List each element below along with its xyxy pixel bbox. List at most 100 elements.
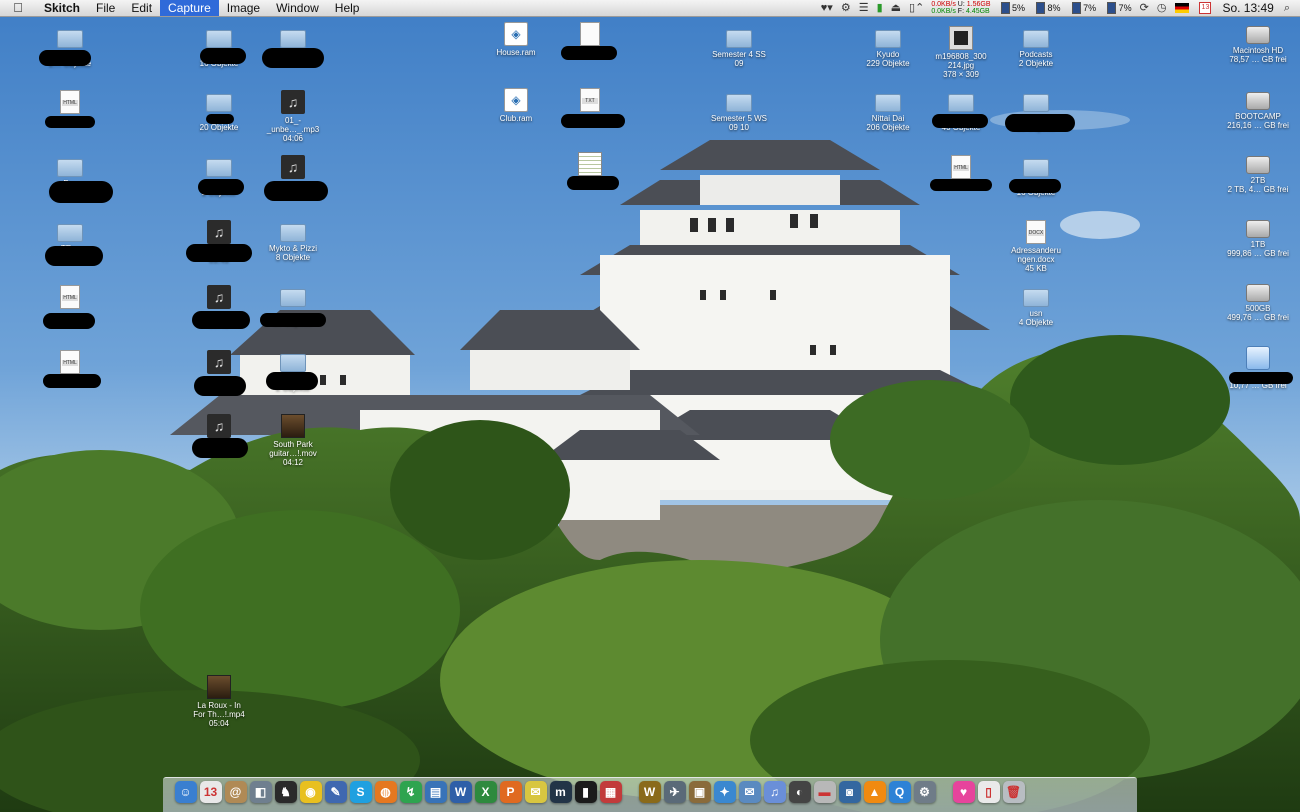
- dock-adium-icon[interactable]: ♞: [274, 781, 297, 803]
- drive-icon: [1246, 156, 1270, 174]
- dock-mail-icon[interactable]: ✉: [738, 781, 761, 803]
- input-source-flag-icon[interactable]: [1175, 3, 1190, 13]
- desktop-icon-label: m196808_300 214.jpg 378 × 309: [935, 52, 987, 79]
- dock-downloads-icon[interactable]: ▯: [977, 781, 1000, 803]
- desktop-icon-folder[interactable]: Mykto & Pizzi 8 Objekte: [250, 220, 336, 262]
- cpu-meter-1[interactable]: 5%: [998, 0, 1025, 16]
- desktop-icon-folder[interactable]: 18 Objekte: [993, 90, 1079, 132]
- desktop-icon-html[interactable]: HTMLxpres…ch.html: [918, 155, 1004, 191]
- battery-status-icon[interactable]: ▮: [877, 0, 883, 16]
- time-machine-icon[interactable]: ◷: [1157, 0, 1167, 16]
- desktop-icon-folder[interactable]: 17 Objekte: [250, 285, 336, 327]
- folder-icon: [280, 289, 306, 307]
- dock-trash-icon[interactable]: 🗑: [1002, 781, 1025, 803]
- folder-icon: [280, 30, 306, 48]
- folder-icon: [280, 224, 306, 242]
- desktop-icon-docx[interactable]: DOCX Adressanderu ngen.docx 45 KB: [993, 220, 1079, 273]
- desktop-icon-folder[interactable]: TE… 2… Objekte: [27, 220, 113, 266]
- desktop-icon-html[interactable]: HTMLP…: [27, 350, 113, 388]
- dock-address-book-icon[interactable]: @: [224, 781, 247, 803]
- dock-firefox-icon[interactable]: ◍: [374, 781, 397, 803]
- skitch-status-icon[interactable]: ⚙: [841, 0, 851, 16]
- html-icon: HTML: [951, 155, 971, 179]
- desktop-icon-drive[interactable]: Macintosh HD 78,57 … GB frei: [1215, 22, 1300, 64]
- dock-skype-icon[interactable]: S: [349, 781, 372, 803]
- menu-file[interactable]: File: [88, 0, 123, 16]
- cpu-meter-2[interactable]: 8%: [1033, 0, 1061, 16]
- menu-clock[interactable]: So. 13:49: [1222, 0, 1273, 16]
- desktop-icon-html[interactable]: HTML: [27, 285, 113, 329]
- desktop-icon-drive[interactable]: 2TB 2 TB, 4… GB frei: [1215, 152, 1300, 194]
- dock-itunes-icon[interactable]: ♫: [763, 781, 786, 803]
- menu-image[interactable]: Image: [219, 0, 268, 16]
- dock-iphone-config-icon[interactable]: ◙: [838, 781, 861, 803]
- desktop-icon-folder[interactable]: [250, 26, 336, 68]
- desktop-icon-folder[interactable]: …en 2… Objekte: [27, 26, 113, 68]
- desktop-icon-music[interactable]: ♫ 01_- _unbe…_.mp3 04:06: [250, 90, 336, 143]
- list-status-icon[interactable]: ☰: [859, 0, 869, 16]
- desktop-icon-drive[interactable]: 1TB 999,86 … GB frei: [1215, 216, 1300, 258]
- dock-front-row-icon[interactable]: ▬: [813, 781, 836, 803]
- desktop-icon-label: Semester 4 SS 09: [712, 50, 766, 68]
- desktop-icon-folder[interactable]: Podcasts 2 Objekte: [993, 26, 1079, 68]
- dock-ical-icon[interactable]: 13: [199, 781, 222, 803]
- dock-mamp-icon[interactable]: m: [549, 781, 572, 803]
- dock-word-icon[interactable]: W: [449, 781, 472, 803]
- desktop-icon-folder[interactable]: 2 Objekte: [250, 350, 336, 392]
- spotlight-search-icon[interactable]: ⌕: [1284, 0, 1290, 16]
- desktop-icon-doc[interactable]: [547, 22, 633, 60]
- desktop-icon-folder[interactable]: xpres…ateien 40 Objekte: [918, 90, 1004, 132]
- dock-safari-icon[interactable]: ✦: [713, 781, 736, 803]
- dock-dvd-player-icon[interactable]: ◐: [788, 781, 811, 803]
- desktop-icon-txt[interactable]: TXT: [547, 88, 633, 128]
- desktop-icon-html[interactable]: HTMLIntern…html: [27, 90, 113, 128]
- dock-stickies-icon[interactable]: ✉: [524, 781, 547, 803]
- dock-iphoto-icon[interactable]: ▣: [688, 781, 711, 803]
- desktop-icon-folder[interactable]: Semester 5 WS 09 10: [696, 90, 782, 132]
- desktop-icon-folder[interactable]: usn 4 Objekte: [993, 285, 1079, 327]
- menu-capture[interactable]: Capture: [160, 0, 219, 16]
- desktop-icon-idisk[interactable]: 10,77 … GB frei: [1215, 346, 1300, 390]
- desktop-icon-drive[interactable]: BOOTCAMP 216,16 … GB frei: [1215, 88, 1300, 130]
- dock-powerpoint-icon[interactable]: P: [499, 781, 522, 803]
- desktop-icon-image[interactable]: m196808_300 214.jpg 378 × 309: [918, 26, 1004, 79]
- desktop-icon-folder[interactable]: Semester 4 SS 09: [696, 26, 782, 68]
- dock-photoshop-icon[interactable]: ▦: [599, 781, 622, 803]
- desktop-icon-movie[interactable]: South Park guitar…!.mov 04:12: [250, 414, 336, 467]
- desktop-icon-sheet[interactable]: [547, 152, 633, 190]
- sync-icon[interactable]: ⟳: [1140, 0, 1149, 16]
- dock-transmit-icon[interactable]: ↯: [399, 781, 422, 803]
- dock-vlc-icon[interactable]: ▲: [863, 781, 886, 803]
- menu-help[interactable]: Help: [327, 0, 368, 16]
- desktop-icon-folder[interactable]: 16 Objekte: [993, 155, 1079, 197]
- dock-finder-icon[interactable]: ☺: [174, 781, 197, 803]
- apple-menu-icon[interactable]: : [0, 0, 36, 16]
- menu-skitch[interactable]: Skitch: [36, 0, 88, 16]
- dock-excel-icon[interactable]: X: [474, 781, 497, 803]
- dock-textwrangler-icon[interactable]: ▤: [424, 781, 447, 803]
- network-monitor[interactable]: 0.0KB/s U: 1.56GB 0.0KB/s F: 4.45GB: [931, 1, 990, 15]
- desktop-icon-drive[interactable]: 500GB 499,76 … GB frei: [1215, 280, 1300, 322]
- sd-status-icon[interactable]: ▯⌃: [909, 0, 924, 16]
- dock-cyberduck-icon[interactable]: ◉: [299, 781, 322, 803]
- redaction-marker: [561, 46, 617, 60]
- dock-qt-player-icon[interactable]: Q: [888, 781, 911, 803]
- menu-window[interactable]: Window: [268, 0, 327, 16]
- cpu-meter-3[interactable]: 7%: [1069, 0, 1096, 16]
- dock-world-of-warcraft-icon[interactable]: W: [638, 781, 661, 803]
- dock-terminal-icon[interactable]: ▮: [574, 781, 597, 803]
- menu-edit[interactable]: Edit: [123, 0, 160, 16]
- dock-system-preferences-icon[interactable]: ⚙: [913, 781, 936, 803]
- cpu-meter-4[interactable]: 7%: [1104, 0, 1132, 16]
- dock-cloud-app-icon[interactable]: ✈: [663, 781, 686, 803]
- desktop-icon-folder[interactable]: P… 1… Objekte: [27, 155, 113, 203]
- dock-preview-icon[interactable]: ◧: [249, 781, 272, 803]
- calendar-status-icon[interactable]: 13: [1199, 2, 1212, 14]
- desktop-icon-movie[interactable]: La Roux - In For Th…!.mp4 05:04: [176, 675, 262, 728]
- ejector-status-icon[interactable]: ⏏: [891, 0, 901, 16]
- drive-icon: [1246, 284, 1270, 302]
- heart-status-icon[interactable]: ♥▾: [821, 0, 833, 16]
- dock-love-app-icon[interactable]: ♥: [952, 781, 975, 803]
- dock-xcode-icon[interactable]: ✎: [324, 781, 347, 803]
- desktop-icon-music[interactable]: ♫ 02:35: [250, 155, 336, 201]
